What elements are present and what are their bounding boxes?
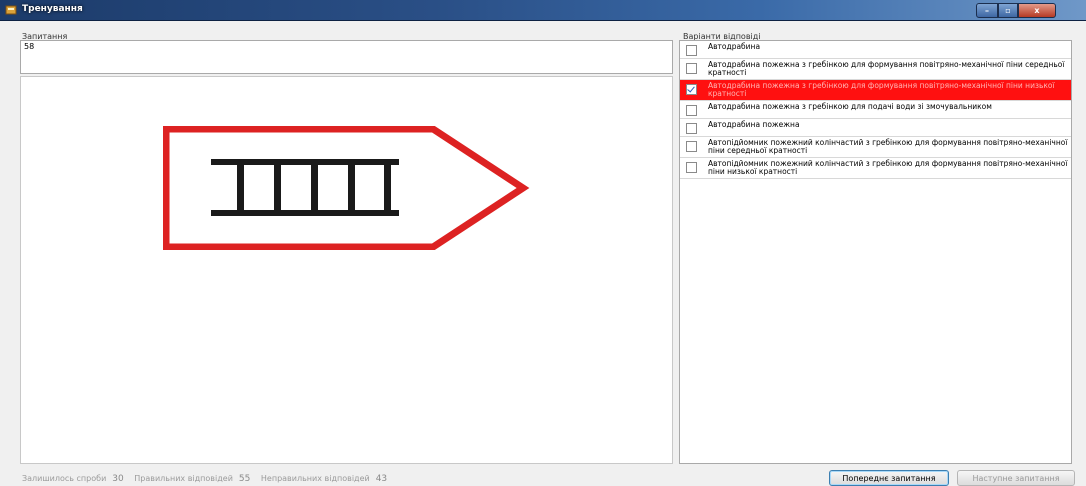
previous-question-button[interactable]: Попереднє запитання [829,470,949,486]
answer-text: Автодрабина [708,42,761,51]
answer-option-7[interactable]: Автопідйомник пожежний колінчастий з гре… [680,158,1071,179]
close-button[interactable]: x [1018,3,1056,18]
answer-checkbox[interactable] [686,162,697,173]
answer-option-6[interactable]: Автопідйомник пожежний колінчастий з гре… [680,137,1071,158]
answer-option-1[interactable]: Автодрабина [680,41,1071,59]
answer-checkbox[interactable] [686,63,697,74]
remaining-attempts-value: 30 [112,474,124,484]
status-bar: Залишилось спроби 30 Правильних відповіде… [22,474,395,484]
answers-list: Автодрабина Автодрабина пожежна з гребін… [679,40,1072,464]
minimize-button[interactable]: – [976,3,998,18]
answer-option-3[interactable]: Автодрабина пожежна з гребінкою для форм… [680,80,1071,101]
answer-text: Автопідйомник пожежний колінчастий з гре… [708,138,1068,155]
answer-text: Автодрабина пожежна з гребінкою для форм… [708,60,1065,77]
window-title: Тренування [22,4,83,14]
answer-checkbox[interactable] [686,105,697,116]
answer-checkbox-checked[interactable] [686,84,697,95]
answer-checkbox[interactable] [686,123,697,134]
answer-option-2[interactable]: Автодрабина пожежна з гребінкою для форм… [680,59,1071,80]
answer-checkbox[interactable] [686,141,697,152]
answer-text: Автодрабина пожежна з гребінкою для форм… [708,81,1055,98]
answer-text: Автопідйомник пожежний колінчастий з гре… [708,159,1068,176]
title-bar: Тренування – ▫ x [0,0,1086,21]
maximize-button[interactable]: ▫ [998,3,1018,18]
correct-answers-value: 55 [238,474,251,484]
question-number-field: 58 [20,40,673,74]
app-icon [5,5,17,15]
window-controls: – ▫ x [976,3,1056,18]
answer-text: Автодрабина пожежна [708,120,800,129]
incorrect-answers-value: 43 [375,474,388,484]
fire-ladder-truck-sign-icon [163,126,530,250]
answer-option-5[interactable]: Автодрабина пожежна [680,119,1071,137]
answer-option-4[interactable]: Автодрабина пожежна з гребінкою для пода… [680,101,1071,119]
next-question-button[interactable]: Наступне запитання [957,470,1075,486]
answer-checkbox[interactable] [686,45,697,56]
answer-text: Автодрабина пожежна з гребінкою для пода… [708,102,992,111]
